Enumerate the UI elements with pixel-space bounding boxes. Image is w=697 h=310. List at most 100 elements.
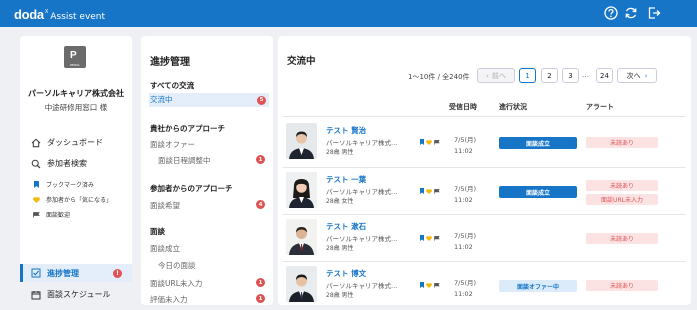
nav-sub-bookmarks[interactable]: ブックマーク済み xyxy=(20,180,132,189)
candidate-flags xyxy=(420,188,440,194)
menu-item-url-missing-label: 面談URL未入力 xyxy=(150,279,203,288)
candidate-name[interactable]: テスト 賢治 xyxy=(326,125,366,136)
nav-schedule-label: 面談スケジュール xyxy=(47,290,111,299)
nav-dashboard-label: ダッシュボード xyxy=(47,138,103,147)
company-name: パーソルキャリア株式会社 xyxy=(28,89,124,98)
bookmark-icon xyxy=(420,188,424,194)
nav-sub-interested-label: 参加者から「気になる」 xyxy=(46,197,113,204)
chevron-left-icon: ‹ xyxy=(486,71,489,80)
alert-unread: 未読あり xyxy=(586,137,658,148)
nav-participant-search-label: 参加者検索 xyxy=(47,159,87,168)
candidate-flags xyxy=(420,139,440,145)
menu-item-active[interactable]: 交流中 5 xyxy=(149,93,269,107)
menu-item-wish-label: 面談希望 xyxy=(150,201,180,210)
nav-sub-interview-label: 面談歓迎 xyxy=(46,212,71,219)
nav-participant-search[interactable]: 参加者検索 xyxy=(20,158,132,169)
nav-schedule[interactable]: 面談スケジュール xyxy=(20,289,132,300)
page-title: 交流中 xyxy=(287,56,316,67)
progress-icon xyxy=(31,268,41,278)
result-count: 1〜10件 / 全240件 xyxy=(408,73,470,81)
menu-item-offer[interactable]: 面談オファー xyxy=(150,139,268,150)
menu-item-wish[interactable]: 面談希望 4 xyxy=(150,200,268,211)
flag-icon xyxy=(434,235,440,241)
nav-sub-bookmarks-label: ブックマーク済み xyxy=(46,182,95,189)
flag-icon xyxy=(434,282,440,288)
received-date: 7/5(月) 11:02 xyxy=(454,185,477,204)
section-participant: 参加者からのアプローチ xyxy=(150,184,233,193)
brand-subtitle: Assist event xyxy=(50,12,106,22)
candidate-photo xyxy=(286,123,317,159)
nav-sub-interested[interactable]: 参加者から「気になる」 xyxy=(20,195,132,204)
candidate-row[interactable]: テスト 漱石 パーソルキャリア株式… 28歳 男性 7/5(月) 11:02 未… xyxy=(283,216,686,263)
menu-item-adjusting-label: 面談日程調整中 xyxy=(158,156,211,165)
page-button-1[interactable]: 1 xyxy=(519,68,536,83)
status-badge: 面談オファー中 xyxy=(499,280,577,292)
section-all: すべての交流 xyxy=(150,81,195,90)
candidate-photo xyxy=(286,219,317,255)
page-button-3[interactable]: 3 xyxy=(562,68,579,83)
flag-icon xyxy=(434,139,440,145)
menu-item-today[interactable]: 今日の面談 xyxy=(158,260,268,271)
candidate-row[interactable]: テスト 賢治 パーソルキャリア株式… 28歳 男性 7/5(月) 11:02 面… xyxy=(283,120,686,167)
candidate-company: パーソルキャリア株式… xyxy=(326,139,398,147)
page-button-2[interactable]: 2 xyxy=(541,68,558,83)
menu-item-url-missing[interactable]: 面談URL未入力 1 xyxy=(150,278,268,289)
header-divider xyxy=(283,116,686,117)
status-badge: 面談成立 xyxy=(499,186,577,198)
home-icon xyxy=(31,138,41,148)
candidate-age-gender: 28歳 女性 xyxy=(326,198,354,205)
page-button-last[interactable]: 24 xyxy=(596,68,613,83)
received-date: 7/5(月) 11:02 xyxy=(454,232,477,251)
next-page-button[interactable]: 次へ › xyxy=(617,68,657,83)
logout-icon[interactable] xyxy=(647,6,661,20)
brand-logo[interactable]: doda X Assist event xyxy=(14,7,105,22)
menu-item-eval-missing-label: 評価未入力 xyxy=(150,295,188,304)
row-divider xyxy=(283,214,686,215)
candidate-age-gender: 28歳 男性 xyxy=(326,149,354,156)
brand-superscript: X xyxy=(44,9,49,15)
contact-name: 中途研修用窓口 様 xyxy=(44,103,108,112)
menu-item-active-badge: 5 xyxy=(257,95,266,105)
candidate-photo xyxy=(286,172,317,208)
bookmark-icon xyxy=(420,282,424,288)
candidate-name[interactable]: テスト 漱石 xyxy=(326,221,366,232)
refresh-icon[interactable] xyxy=(624,6,638,20)
calendar-icon xyxy=(31,290,41,300)
alert-unread: 未読あり xyxy=(586,233,658,244)
prev-page-button[interactable]: ‹ 前へ xyxy=(477,68,515,83)
flag-icon xyxy=(434,188,440,194)
menu-item-active-label: 交流中 xyxy=(150,95,173,104)
bookmark-icon xyxy=(420,235,424,241)
chevron-right-icon: › xyxy=(644,71,648,80)
candidate-row[interactable]: テスト 一葉 パーソルキャリア株式… 28歳 女性 7/5(月) 11:02 面… xyxy=(283,169,686,216)
candidate-age-gender: 28歳 男性 xyxy=(326,292,354,299)
menu-item-adjusting-badge: 1 xyxy=(256,155,265,164)
col-header-status: 進行状況 xyxy=(499,103,527,111)
search-icon xyxy=(31,159,41,169)
menu-item-eval-missing[interactable]: 評価未入力 1 xyxy=(150,294,268,305)
candidate-age-gender: 28歳 男性 xyxy=(326,245,354,252)
nav-sub-interview[interactable]: 面談歓迎 xyxy=(20,210,132,219)
top-bar: doda X Assist event xyxy=(0,0,697,27)
candidate-name[interactable]: テスト 博文 xyxy=(326,268,366,279)
nav-progress-label: 進捗管理 xyxy=(47,268,79,278)
nav-progress[interactable]: 進捗管理 ! xyxy=(20,264,132,282)
candidate-company: パーソルキャリア株式… xyxy=(326,282,398,290)
heart-icon xyxy=(426,139,432,145)
menu-item-adjusting[interactable]: 面談日程調整中 1 xyxy=(158,155,268,166)
candidate-row[interactable]: テスト 博文 パーソルキャリア株式… 28歳 男性 7/5(月) 11:02 面… xyxy=(283,263,686,310)
received-date: 7/5(月) 11:02 xyxy=(454,136,477,155)
heart-icon xyxy=(426,282,432,288)
col-header-alert: アラート xyxy=(586,103,614,111)
help-icon[interactable] xyxy=(604,6,618,20)
menu-item-established[interactable]: 面談成立 xyxy=(150,243,268,254)
alert-unread: 未読あり xyxy=(586,180,658,191)
nav-dashboard[interactable]: ダッシュボード xyxy=(20,137,132,148)
heart-icon xyxy=(32,196,40,203)
alert-url-missing: 面談URL未入力 xyxy=(586,194,658,205)
progress-menu-panel: 進捗管理 すべての交流 交流中 5 貴社からのアプローチ 面談オファー 面談日程… xyxy=(141,36,273,305)
progress-alert-badge: ! xyxy=(113,268,122,278)
candidate-name[interactable]: テスト 一葉 xyxy=(326,174,366,185)
menu-item-eval-missing-badge: 1 xyxy=(256,294,265,303)
col-header-date: 受信日時 xyxy=(449,103,477,111)
